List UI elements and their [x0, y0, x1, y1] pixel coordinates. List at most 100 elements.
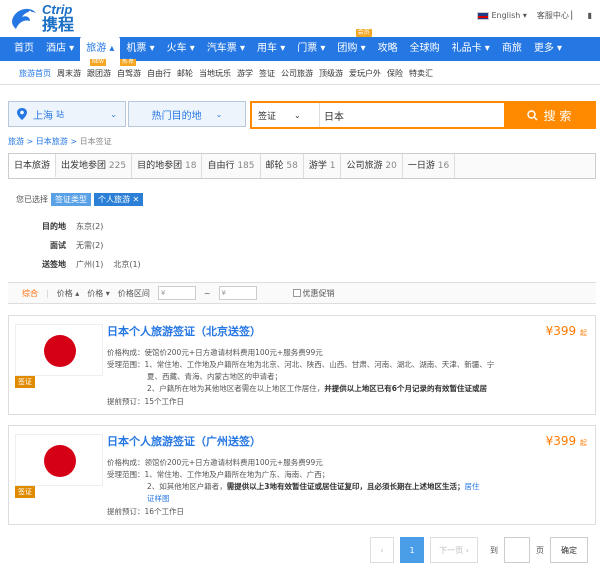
city-name: 上海	[33, 110, 53, 122]
price-max-input[interactable]: ¥	[218, 286, 257, 300]
tab-departure-group[interactable]: 出发地参团 225	[56, 154, 133, 178]
subnav-self-drive[interactable]: 自驾游 热·荐	[114, 59, 144, 79]
product-title[interactable]: 日本个人旅游签证（广州送签）	[107, 433, 261, 449]
visa-tag: 签证	[15, 486, 35, 498]
japan-flag-sun	[44, 445, 76, 477]
tab-label: 游学	[308, 161, 327, 171]
filter-value[interactable]: 广州(1)	[76, 259, 103, 270]
prev-page-button[interactable]: ‹	[370, 537, 394, 563]
cart-icon[interactable]: ▮	[588, 11, 592, 20]
subnav-visa[interactable]: 签证	[256, 68, 278, 79]
product-title[interactable]: 日本个人旅游签证（北京送签）	[107, 323, 261, 339]
product-card: 签证 日本个人旅游签证（广州送签） ¥399 起 价格构成：领馆价200元+日方…	[8, 425, 596, 525]
filter-key: 目的地	[42, 222, 66, 231]
tab-japan-travel[interactable]: 日本旅游	[9, 154, 57, 178]
japan-flag-sun	[44, 335, 76, 367]
residence-permit-sample-link[interactable]: 证样图	[107, 493, 170, 504]
subnav-self-drive-label: 自驾游	[117, 69, 141, 78]
tab-destination-group[interactable]: 目的地参团 18	[132, 154, 203, 178]
japan-flag-image[interactable]	[15, 324, 103, 376]
subnav-sale[interactable]: 特卖汇	[406, 68, 436, 79]
search-type-select[interactable]: 签证 ⌄	[252, 103, 320, 127]
goto-confirm-button[interactable]: 确定	[550, 537, 588, 563]
chevron-down-icon: ⌄	[110, 109, 117, 119]
tab-day-trip[interactable]: 一日游 16	[403, 154, 456, 178]
tab-corporate[interactable]: 公司旅游 20	[341, 154, 403, 178]
nav-flights[interactable]: 机票 ▾	[120, 37, 160, 61]
nav-home[interactable]: 首页	[8, 37, 40, 61]
departure-city-select[interactable]: 上海 站 ⌄	[8, 101, 126, 127]
tab-cruise[interactable]: 邮轮 58	[261, 154, 304, 178]
nav-guides[interactable]: 攻略	[372, 37, 404, 61]
ctrip-logo[interactable]: Ctrip 携程	[8, 3, 88, 33]
language-label: English ▾	[491, 11, 527, 20]
subnav-study[interactable]: 游学	[234, 68, 256, 79]
nav-gift-card[interactable]: 礼品卡 ▾	[446, 37, 496, 61]
price-min-input[interactable]: ¥	[157, 286, 196, 300]
japan-flag-image[interactable]	[15, 434, 103, 486]
language-selector[interactable]: English ▾	[477, 11, 527, 20]
product-price: ¥399 起	[546, 324, 587, 338]
breadcrumb-japan-travel[interactable]: 日本旅游	[36, 137, 68, 146]
subnav-outdoor[interactable]: 爱玩户外	[346, 68, 384, 79]
tab-free-travel[interactable]: 自由行 185	[202, 154, 261, 178]
nav-car[interactable]: 用车 ▾	[251, 37, 291, 61]
sort-overall[interactable]: 综合	[22, 288, 38, 299]
promo-checkbox[interactable]: 优惠促销	[292, 288, 335, 299]
search-input[interactable]	[320, 103, 504, 127]
subnav-free-travel[interactable]: 自由行	[144, 68, 174, 79]
hot-destination-select[interactable]: 热门目的地 ⌄	[128, 101, 246, 127]
line-value: 1、常住地、工作地及户籍所在地为北京、河北、陕西、山西、甘肃、河南、湖北、湖南、…	[144, 360, 495, 369]
filter-value[interactable]: 无需(2)	[76, 240, 103, 251]
filter-row-interview: 面试 无需(2)	[38, 240, 103, 251]
next-page-button[interactable]: 下一页 ›	[430, 537, 478, 563]
header: Ctrip 携程 English ▾ 客服中心 ▏ ▮	[0, 0, 600, 36]
subnav-corporate[interactable]: 公司旅游	[278, 68, 316, 79]
filter-key: 送签地	[42, 260, 66, 269]
subnav-local[interactable]: 当地玩乐	[196, 68, 234, 79]
goto-label: 到	[490, 545, 498, 555]
nav-more[interactable]: 更多 ▾	[528, 37, 568, 61]
subnav-luxury[interactable]: 顶级游	[316, 68, 346, 79]
subnav-cruise[interactable]: 邮轮	[174, 68, 196, 79]
nav-group-buy[interactable]: 团购 ▾ 会员	[331, 29, 372, 61]
page-number-input[interactable]	[504, 537, 530, 563]
breadcrumb-travel[interactable]: 旅游	[8, 137, 24, 146]
pagination: ‹ 1 下一页 › 到 页 确定	[370, 537, 588, 563]
page-1-button[interactable]: 1	[400, 537, 424, 563]
subnav-group-tour[interactable]: 跟团游 NEW	[84, 59, 114, 79]
tab-count: 185	[237, 161, 255, 171]
filter-value[interactable]: 北京(1)	[113, 259, 140, 270]
sort-price-up[interactable]: 价格 ▴	[57, 288, 80, 299]
line-value: 16个工作日	[144, 507, 185, 516]
nav-global-shop[interactable]: 全球购	[404, 37, 446, 61]
service-center-link[interactable]: 客服中心 ▏	[537, 10, 578, 21]
filter-chip-visa-type[interactable]: 签证类型	[51, 193, 91, 206]
tab-count: 225	[108, 161, 127, 171]
subnav-weekend[interactable]: 周末游	[54, 68, 84, 79]
price-suffix: 起	[580, 439, 587, 447]
line-key: 价格构成：	[107, 458, 145, 467]
subnav-travel-home[interactable]: 旅游首页	[16, 68, 54, 79]
nav-hotel[interactable]: 酒店 ▾	[40, 37, 80, 61]
nav-business[interactable]: 商旅	[496, 37, 528, 61]
city-suffix: 站	[56, 109, 64, 119]
line-value: 15个工作日	[144, 397, 185, 406]
filter-chip-personal[interactable]: 个人旅游 ✕	[94, 193, 144, 206]
nav-train[interactable]: 火车 ▾	[161, 37, 201, 61]
search-button-label: 搜 索	[543, 108, 572, 123]
tab-count: 20	[385, 161, 397, 171]
nav-tickets[interactable]: 门票 ▾	[291, 37, 331, 61]
subnav-insurance[interactable]: 保险	[384, 68, 406, 79]
product-card: 签证 日本个人旅游签证（北京送签） ¥399 起 价格构成：使馆价200元+日方…	[8, 315, 596, 415]
product-price: ¥399 起	[546, 434, 587, 448]
sort-price-down[interactable]: 价格 ▾	[87, 288, 110, 299]
price-composition: 价格构成：使馆价200元+日方邀请材料费用100元+服务费99元	[107, 347, 537, 358]
main-nav: 首页 酒店 ▾ 旅游 ▴ 机票 ▾ 火车 ▾ 汽车票 ▾ 用车 ▾ 门票 ▾ 团…	[0, 29, 600, 63]
filter-value[interactable]: 东京(2)	[76, 221, 103, 232]
residence-permit-link[interactable]: 居住	[465, 482, 480, 491]
search-button[interactable]: 搜 索	[504, 103, 594, 127]
nav-bus[interactable]: 汽车票 ▾	[201, 37, 251, 61]
sort-bar: 综合 | 价格 ▴ 价格 ▾ 价格区间 ¥ ~ ¥ 优惠促销	[8, 282, 596, 304]
tab-study[interactable]: 游学 1	[304, 154, 342, 178]
